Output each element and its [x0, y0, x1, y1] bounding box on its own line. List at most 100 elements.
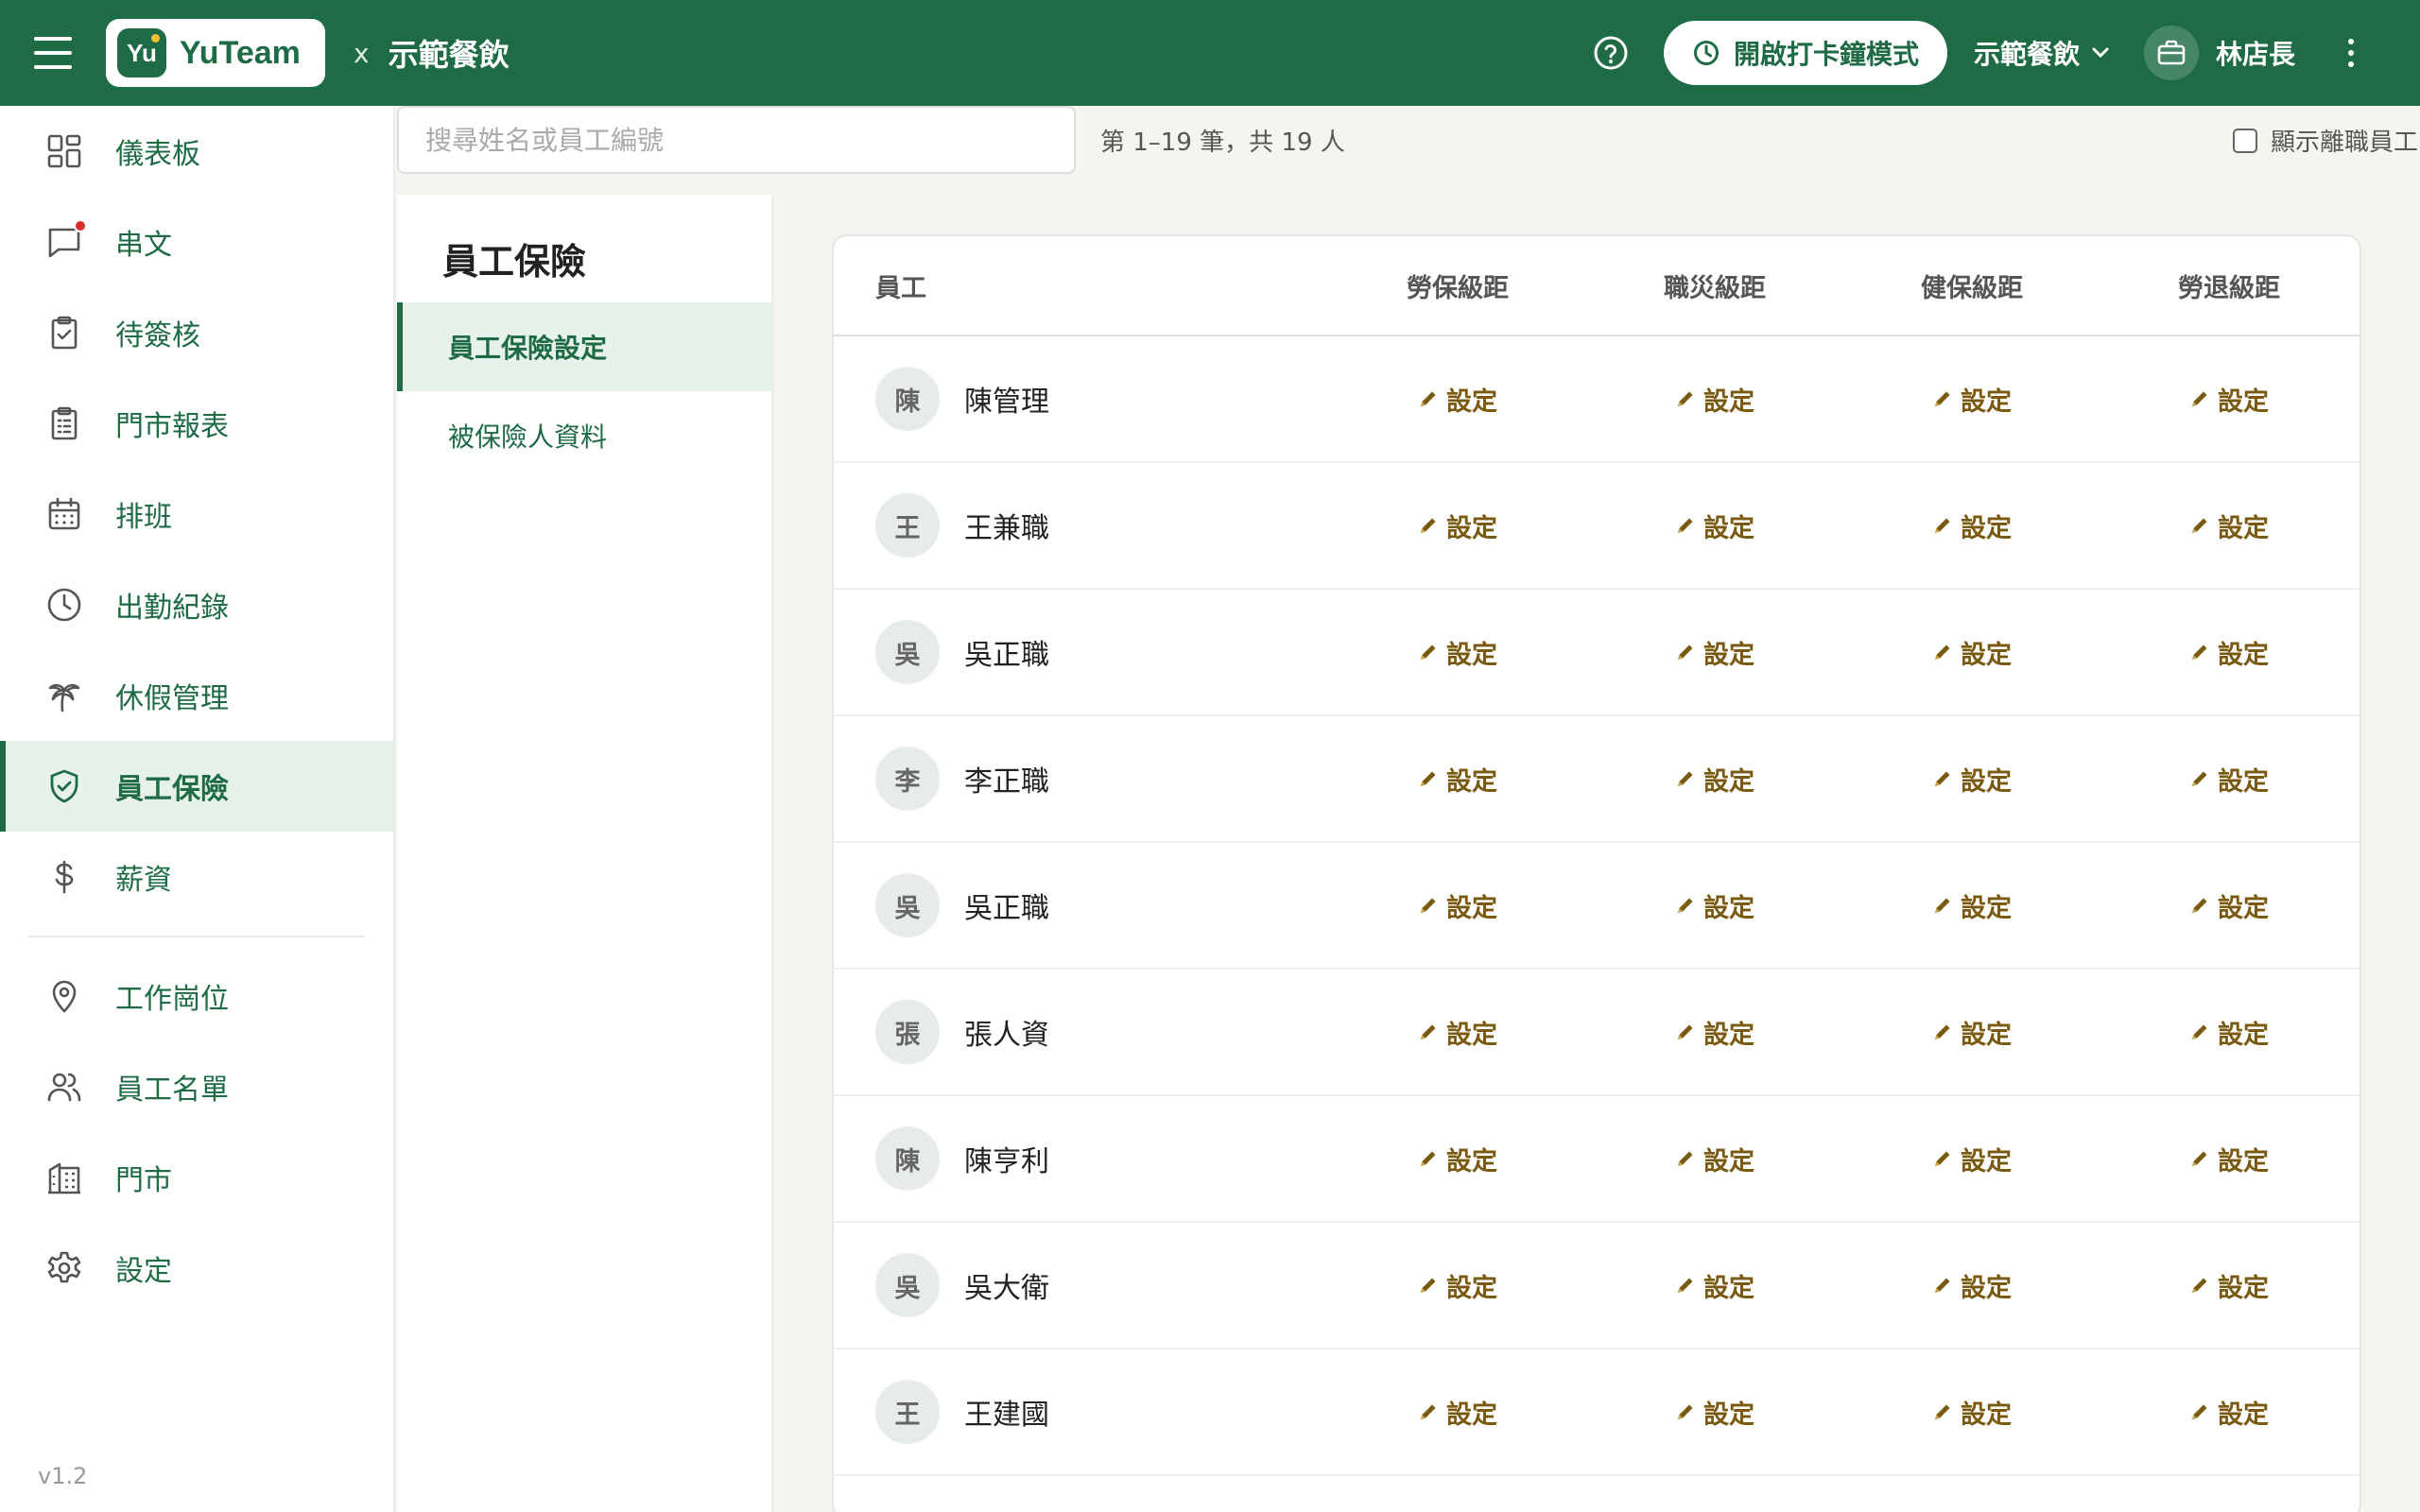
show-resigned-checkbox[interactable] — [2233, 128, 2257, 153]
employee-cell[interactable]: 王王建國 — [834, 1380, 1329, 1444]
cell-labor-pension: 設定 — [2100, 1141, 2358, 1177]
set-labor-insurance-button[interactable]: 設定 — [1418, 381, 1497, 418]
sidebar-item-positions[interactable]: 工作崗位 — [0, 951, 393, 1041]
set-labor-insurance-button[interactable]: 設定 — [1418, 507, 1497, 544]
set-health-insurance-button[interactable]: 設定 — [1932, 634, 2012, 671]
sidebar-item-store-reports[interactable]: 門市報表 — [0, 378, 393, 469]
set-occupational-injury-button[interactable]: 設定 — [1675, 1394, 1754, 1431]
set-health-insurance-button[interactable]: 設定 — [1932, 1141, 2012, 1177]
avatar: 陳 — [875, 367, 940, 431]
set-labor-insurance-button[interactable]: 設定 — [1418, 887, 1497, 924]
sidebar-item-label: 門市 — [115, 1164, 172, 1197]
app-logo[interactable]: Yu YuTeam — [106, 19, 325, 87]
set-occupational-injury-button[interactable]: 設定 — [1675, 1141, 1754, 1177]
user-menu[interactable]: 林店長 — [2143, 26, 2295, 80]
employee-cell[interactable]: 吳吳正職 — [834, 873, 1329, 937]
more-options-icon[interactable] — [2348, 39, 2354, 67]
set-labor-insurance-button[interactable]: 設定 — [1418, 761, 1497, 798]
cell-health-insurance: 設定 — [1843, 507, 2100, 544]
cell-occupational-injury: 設定 — [1586, 381, 1843, 418]
show-resigned-toggle[interactable]: 顯示離職員工 — [2233, 123, 2420, 158]
employee-name: 吳大衛 — [964, 1272, 1049, 1305]
sidebar-item-attendance[interactable]: 出勤紀錄 — [0, 559, 393, 650]
clock-mode-button[interactable]: 開啟打卡鐘模式 — [1663, 21, 1947, 85]
set-label: 設定 — [1961, 893, 2012, 923]
set-health-insurance-button[interactable]: 設定 — [1932, 1394, 2012, 1431]
set-labor-insurance-button[interactable]: 設定 — [1418, 1014, 1497, 1051]
sidebar-item-schedule[interactable]: 排班 — [0, 469, 393, 559]
employee-cell[interactable]: 張張人資 — [834, 1000, 1329, 1064]
employee-name: 吳正職 — [964, 892, 1049, 925]
search-input[interactable] — [397, 106, 1076, 174]
table-row: 陳陳管理 設定 設定 設定 設定 — [834, 336, 2360, 463]
sidebar-item-posts[interactable]: 串文 — [0, 197, 393, 287]
set-occupational-injury-button[interactable]: 設定 — [1675, 761, 1754, 798]
set-labor-pension-button[interactable]: 設定 — [2189, 381, 2269, 418]
sidebar-item-payroll[interactable]: 薪資 — [0, 832, 393, 922]
pencil-icon — [1678, 1151, 1693, 1166]
set-labor-pension-button[interactable]: 設定 — [2189, 507, 2269, 544]
set-occupational-injury-button[interactable]: 設定 — [1675, 381, 1754, 418]
set-health-insurance-button[interactable]: 設定 — [1932, 1267, 2012, 1304]
set-health-insurance-button[interactable]: 設定 — [1932, 381, 2012, 418]
insurance-table: 員工 勞保級距 職災級距 健保級距 勞退級距 陳陳管理 設定 設定 設定 設定王王兼職設… — [832, 234, 2361, 1512]
store-select[interactable]: 示範餐飲 — [1974, 34, 2110, 72]
clock-mode-label: 開啟打卡鐘模式 — [1733, 39, 1919, 70]
set-occupational-injury-button[interactable]: 設定 — [1675, 507, 1754, 544]
set-health-insurance-button[interactable]: 設定 — [1932, 1014, 2012, 1051]
employee-cell[interactable]: 陳陳亨利 — [834, 1126, 1329, 1191]
set-labor-pension-button[interactable]: 設定 — [2189, 1141, 2269, 1177]
set-labor-pension-button[interactable]: 設定 — [2189, 1014, 2269, 1051]
set-label: 設定 — [1961, 1020, 2012, 1050]
tab-insured-data[interactable]: 被保險人資料 — [397, 391, 771, 480]
sidebar-item-employees[interactable]: 員工名單 — [0, 1041, 393, 1132]
set-labor-insurance-button[interactable]: 設定 — [1418, 1141, 1497, 1177]
set-health-insurance-button[interactable]: 設定 — [1932, 761, 2012, 798]
help-icon[interactable] — [1592, 34, 1630, 72]
sidebar-item-dashboard[interactable]: 儀表板 — [0, 106, 393, 197]
logo-text: YuTeam — [180, 34, 301, 71]
sidebar-item-stores[interactable]: 門市 — [0, 1132, 393, 1223]
tab-insurance-settings[interactable]: 員工保險設定 — [397, 302, 771, 391]
notification-dot — [74, 219, 87, 232]
pencil-icon — [2192, 644, 2207, 660]
set-occupational-injury-button[interactable]: 設定 — [1675, 634, 1754, 671]
cell-labor-insurance: 設定 — [1329, 887, 1586, 924]
employee-cell[interactable]: 李李正職 — [834, 747, 1329, 811]
table-row: 王王建國 設定 設定 設定 設定 — [834, 1349, 2360, 1476]
avatar: 張 — [875, 1000, 940, 1064]
sidebar-item-approvals[interactable]: 待簽核 — [0, 287, 393, 378]
set-labor-insurance-button[interactable]: 設定 — [1418, 1267, 1497, 1304]
sidebar: 儀表板 串文 待簽核 門市報表 排班 出勤紀錄 休假管理 員工保險 薪資 工作崗… — [0, 106, 395, 1512]
set-occupational-injury-button[interactable]: 設定 — [1675, 887, 1754, 924]
set-labor-pension-button[interactable]: 設定 — [2189, 634, 2269, 671]
employee-cell[interactable]: 吳吳正職 — [834, 620, 1329, 684]
column-header-occupational-injury: 職災級距 — [1664, 273, 1766, 303]
calendar-icon — [45, 495, 83, 533]
menu-icon[interactable] — [34, 37, 72, 69]
set-labor-pension-button[interactable]: 設定 — [2189, 1394, 2269, 1431]
set-labor-insurance-button[interactable]: 設定 — [1418, 1394, 1497, 1431]
set-labor-insurance-button[interactable]: 設定 — [1418, 634, 1497, 671]
employee-cell[interactable]: 吳吳大衛 — [834, 1253, 1329, 1317]
sidebar-item-settings[interactable]: 設定 — [0, 1223, 393, 1314]
set-labor-pension-button[interactable]: 設定 — [2189, 761, 2269, 798]
set-health-insurance-button[interactable]: 設定 — [1932, 887, 2012, 924]
set-occupational-injury-button[interactable]: 設定 — [1675, 1014, 1754, 1051]
set-health-insurance-button[interactable]: 設定 — [1932, 507, 2012, 544]
sidebar-item-insurance[interactable]: 員工保險 — [0, 741, 393, 832]
cell-labor-pension: 設定 — [2100, 1014, 2358, 1051]
employee-cell[interactable]: 王王兼職 — [834, 493, 1329, 558]
chat-bubble-icon — [45, 219, 87, 261]
set-occupational-injury-button[interactable]: 設定 — [1675, 1267, 1754, 1304]
top-right-actions: 開啟打卡鐘模式 示範餐飲 林店長 — [1592, 0, 2420, 106]
set-label: 設定 — [1703, 893, 1754, 923]
cell-labor-insurance: 設定 — [1329, 1141, 1586, 1177]
set-labor-pension-button[interactable]: 設定 — [2189, 887, 2269, 924]
set-labor-pension-button[interactable]: 設定 — [2189, 1267, 2269, 1304]
avatar: 吳 — [875, 1253, 940, 1317]
cell-occupational-injury: 設定 — [1586, 1141, 1843, 1177]
cell-labor-pension: 設定 — [2100, 1394, 2358, 1431]
sidebar-item-leave[interactable]: 休假管理 — [0, 650, 393, 741]
employee-cell[interactable]: 陳陳管理 — [834, 367, 1329, 431]
